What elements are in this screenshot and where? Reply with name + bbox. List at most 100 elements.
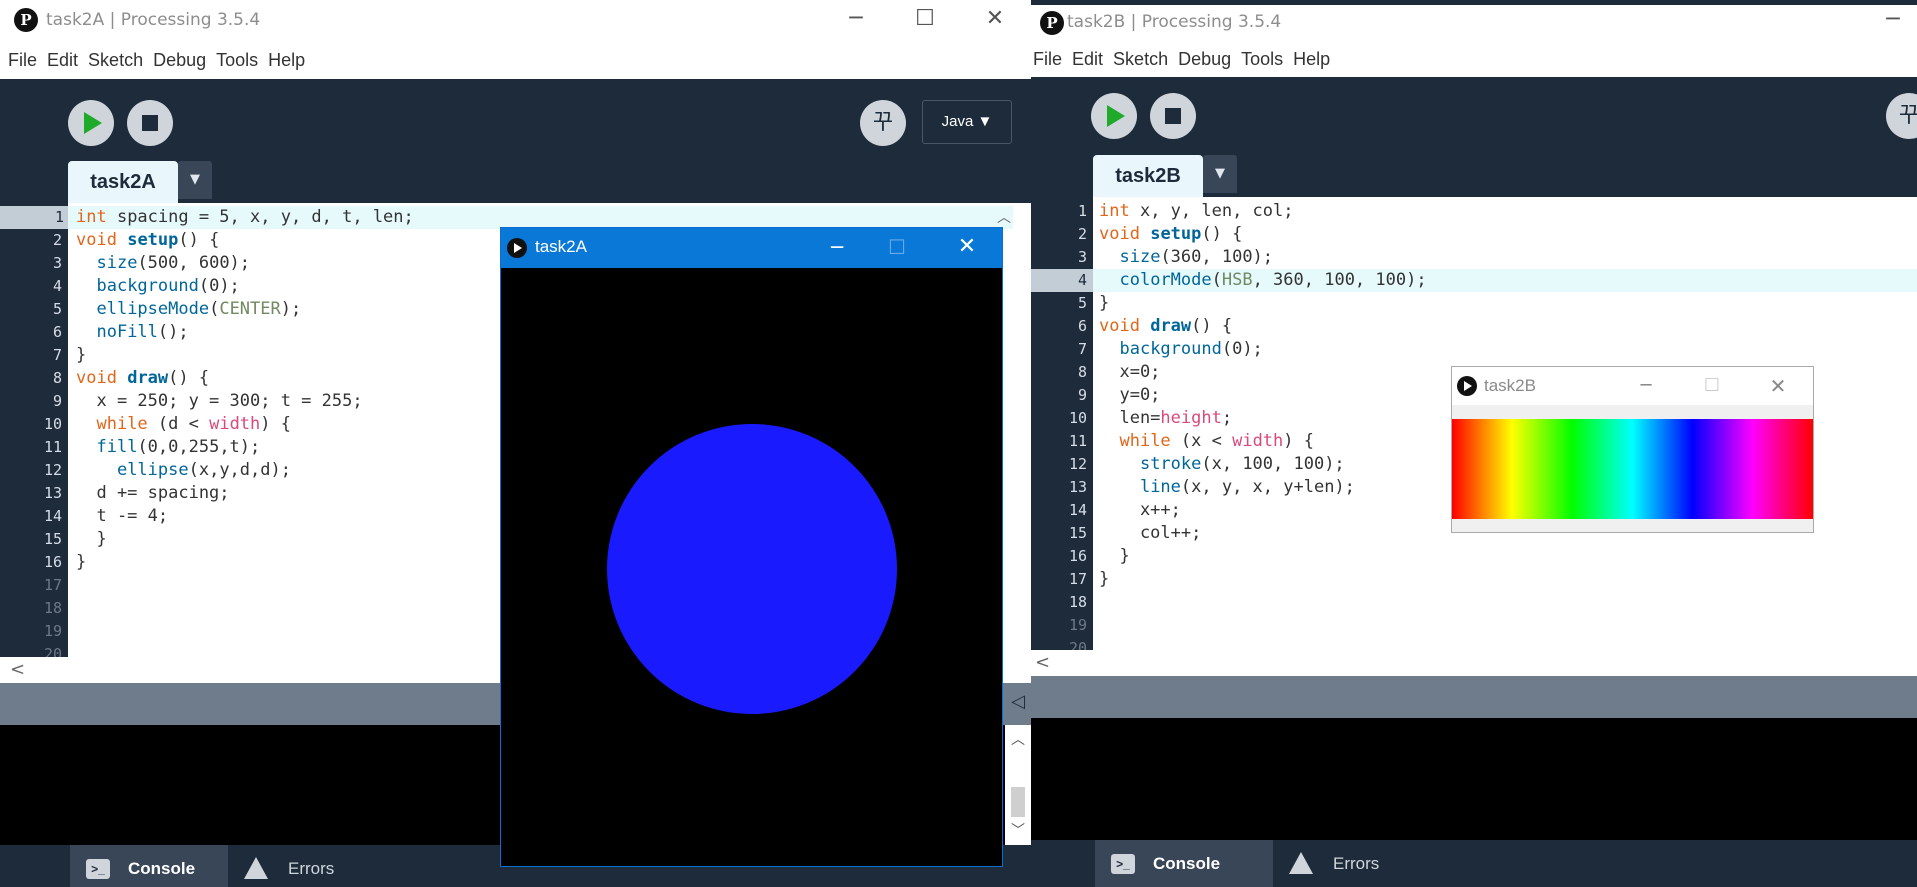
code-line: x++; <box>1099 500 1181 520</box>
line-number: 19 <box>43 622 62 640</box>
code-line: size(360, 100); <box>1119 247 1274 267</box>
minimize-icon[interactable]: ─ <box>817 230 857 264</box>
code-line: void draw() { <box>76 368 210 388</box>
menu-tools[interactable]: Tools <box>216 42 258 79</box>
line-number: 10 <box>1068 409 1087 427</box>
code-line: col++; <box>1099 523 1202 543</box>
errors-tab-label: Errors <box>288 859 335 878</box>
line-number: 3 <box>1077 248 1087 266</box>
menu-sketch[interactable]: Sketch <box>88 42 143 79</box>
scroll-left-icon[interactable]: < <box>1035 652 1050 673</box>
menu-edit[interactable]: Edit <box>47 42 78 79</box>
sketch-window-task2b[interactable]: task2B ─ ☐ ✕ <box>1451 366 1814 533</box>
line-number: 20 <box>43 645 62 657</box>
stop-button[interactable] <box>1150 93 1196 139</box>
code-line: int x, y, len, col; <box>1099 201 1294 221</box>
console-tab-label: Console <box>1153 854 1221 873</box>
tab-menu-button[interactable]: ▼ <box>1203 155 1237 193</box>
line-number: 18 <box>43 599 62 617</box>
mode-selector[interactable]: Java ▼ <box>922 100 1012 144</box>
line-number: 14 <box>43 507 62 525</box>
code-line: void setup() { <box>76 230 220 250</box>
menu-tools[interactable]: Tools <box>1241 42 1283 77</box>
tab-errors[interactable]: Errors <box>1275 840 1415 887</box>
window-title: task2A | Processing 3.5.4 <box>46 10 261 30</box>
code-line: t -= 4; <box>76 506 169 526</box>
tab-menu-button[interactable]: ▼ <box>178 161 212 199</box>
menu-help[interactable]: Help <box>268 42 305 79</box>
menu-edit[interactable]: Edit <box>1072 42 1103 77</box>
line-number: 1 <box>0 206 68 229</box>
console-scrollbar[interactable]: ︿ ﹀ <box>1005 725 1031 845</box>
code-line: ellipseMode(CENTER); <box>96 299 302 319</box>
scroll-thumb[interactable] <box>1011 787 1025 817</box>
line-number: 14 <box>1068 501 1087 519</box>
code-line: while (x < width) { <box>1119 431 1314 451</box>
sketch-title-bar[interactable]: task2A ─ ☐ ✕ <box>501 228 1002 268</box>
menu-file[interactable]: File <box>8 42 37 79</box>
toolbar: 꾸 Java ▼ <box>0 79 1031 161</box>
scroll-up-icon[interactable]: ︿ <box>1005 725 1031 755</box>
debugger-button[interactable]: 꾸 <box>1886 93 1917 139</box>
line-number: 8 <box>1077 363 1087 381</box>
line-number: 9 <box>1077 386 1087 404</box>
line-number: 11 <box>1068 432 1087 450</box>
run-button[interactable] <box>1091 93 1137 139</box>
horizontal-scrollbar[interactable]: < <box>1031 650 1917 676</box>
stop-icon <box>142 115 158 131</box>
warning-icon <box>244 857 268 879</box>
menu-debug[interactable]: Debug <box>1178 42 1231 77</box>
minimize-icon[interactable]: ─ <box>836 6 876 34</box>
menu-file[interactable]: File <box>1033 42 1062 77</box>
line-number: 20 <box>1068 639 1087 650</box>
stop-button[interactable] <box>127 100 173 146</box>
console-icon: >_ <box>86 859 110 879</box>
vertical-scrollbar[interactable] <box>1013 203 1031 683</box>
tab-errors[interactable]: Errors <box>230 845 360 887</box>
code-line: x=0; <box>1099 362 1161 382</box>
menu-debug[interactable]: Debug <box>153 42 206 79</box>
line-number: 4 <box>1031 269 1093 292</box>
play-icon <box>1107 105 1125 127</box>
warning-icon <box>1289 852 1313 874</box>
menu-sketch[interactable]: Sketch <box>1113 42 1168 77</box>
scroll-down-icon[interactable]: ﹀ <box>1005 817 1031 845</box>
sketch-title: task2B <box>1484 376 1536 395</box>
minimize-icon[interactable]: ─ <box>1873 7 1913 35</box>
line-number: 4 <box>52 277 62 295</box>
sketch-run-icon <box>507 238 527 258</box>
sketch-title-bar[interactable]: task2B ─ ☐ ✕ <box>1452 367 1813 405</box>
minimize-icon[interactable]: ─ <box>1626 369 1666 403</box>
close-icon[interactable]: ✕ <box>947 230 987 264</box>
line-number: 19 <box>1068 616 1087 634</box>
maximize-icon[interactable]: ☐ <box>905 6 945 34</box>
line-number: 7 <box>52 346 62 364</box>
code-line: } <box>76 552 87 572</box>
code-line: d += spacing; <box>76 483 230 503</box>
line-number: 15 <box>1068 524 1087 542</box>
line-number: 7 <box>1077 340 1087 358</box>
line-number: 1 <box>1077 202 1087 220</box>
console-divider[interactable] <box>1031 676 1917 718</box>
title-bar[interactable]: P task2B | Processing 3.5.4 ─ <box>1031 5 1917 42</box>
close-icon[interactable]: ✕ <box>1758 369 1798 403</box>
sketch-window-task2a[interactable]: task2A ─ ☐ ✕ <box>500 227 1003 867</box>
panel-toggle-icon[interactable]: ◁ <box>1011 691 1025 712</box>
tab-task2a[interactable]: task2A <box>68 161 178 203</box>
tab-task2b[interactable]: task2B <box>1093 155 1203 197</box>
title-bar[interactable]: P task2A | Processing 3.5.4 ─ ☐ ✕ <box>0 0 1031 42</box>
line-number: 15 <box>43 530 62 548</box>
menu-bar: File Edit Sketch Debug Tools Help <box>1031 42 1917 77</box>
close-icon[interactable]: ✕ <box>975 6 1015 34</box>
tab-console[interactable]: >_ Console <box>1095 840 1273 887</box>
console-icon: >_ <box>1111 854 1135 874</box>
debugger-button[interactable]: 꾸 <box>860 100 906 146</box>
line-number: 16 <box>43 553 62 571</box>
code-line: ellipse(x,y,d,d); <box>116 460 291 480</box>
menu-help[interactable]: Help <box>1293 42 1330 77</box>
line-number: 3 <box>52 254 62 272</box>
code-line: stroke(x, 100, 100); <box>1139 454 1345 474</box>
tab-console[interactable]: >_ Console <box>70 845 228 887</box>
run-button[interactable] <box>68 100 114 146</box>
scroll-left-icon[interactable]: < <box>10 659 25 680</box>
